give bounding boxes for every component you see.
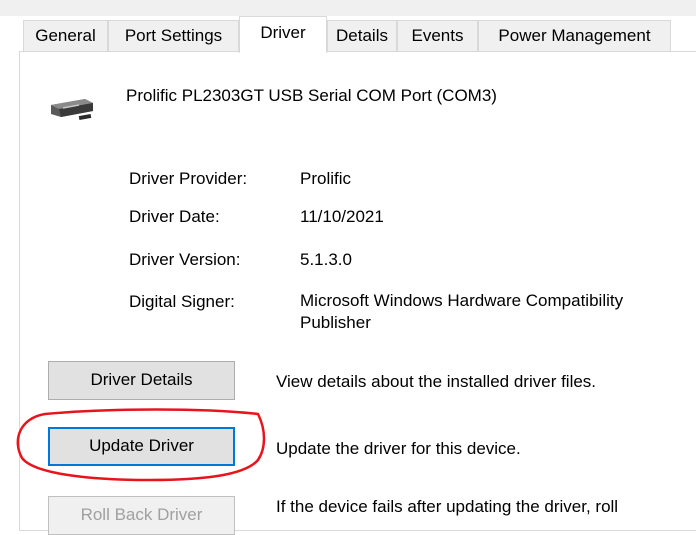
driver-details-description: View details about the installed driver …: [276, 372, 597, 391]
driver-date-value: 11/10/2021: [300, 207, 384, 226]
tab-details[interactable]: Details: [327, 20, 397, 52]
driver-version-label: Driver Version:: [129, 250, 241, 269]
tab-driver[interactable]: Driver: [239, 16, 327, 53]
driver-version-value: 5.1.3.0: [300, 250, 352, 269]
device-name: Prolific PL2303GT USB Serial COM Port (C…: [126, 86, 497, 105]
tab-bar: General Port Settings Driver Details Eve…: [23, 16, 696, 53]
digital-signer-label: Digital Signer:: [129, 292, 235, 311]
driver-details-button[interactable]: Driver Details: [48, 361, 235, 400]
tab-port-settings[interactable]: Port Settings: [108, 20, 239, 52]
driver-provider-value: Prolific: [300, 169, 352, 188]
tab-events[interactable]: Events: [397, 20, 478, 52]
update-driver-button[interactable]: Update Driver: [48, 427, 235, 466]
tab-general[interactable]: General: [23, 20, 108, 52]
digital-signer-value: Microsoft Windows Hardware Compatibility…: [300, 291, 624, 332]
update-driver-description: Update the driver for this device.: [276, 439, 521, 458]
tab-power-management[interactable]: Power Management: [478, 20, 671, 52]
driver-date-label: Driver Date:: [129, 207, 220, 226]
window-top-strip: [0, 0, 696, 16]
roll-back-driver-button[interactable]: Roll Back Driver: [48, 496, 235, 535]
roll-back-driver-description: If the device fails after updating the d…: [276, 497, 619, 516]
driver-provider-label: Driver Provider:: [129, 169, 248, 188]
usb-serial-port-icon: [49, 96, 97, 127]
